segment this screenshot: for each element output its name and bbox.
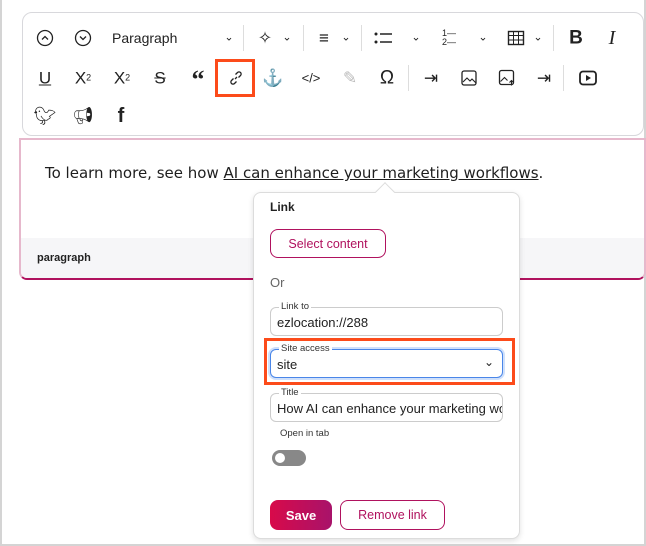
underline-icon[interactable]: U: [39, 70, 51, 87]
title-field[interactable]: Title How AI can enhance your marketing …: [270, 387, 503, 422]
site-access-highlight: [264, 338, 515, 385]
blockquote-icon[interactable]: “: [192, 67, 205, 93]
table-icon[interactable]: [507, 30, 525, 46]
chevron-down-icon[interactable]: ⌄: [224, 32, 233, 44]
chevron-down-icon[interactable]: ⌄: [411, 32, 420, 44]
facebook-icon[interactable]: f: [118, 106, 125, 126]
bulleted-list-icon[interactable]: [374, 31, 392, 45]
paragraph[interactable]: To learn more, see how AI can enhance yo…: [45, 164, 543, 182]
divider: [243, 25, 244, 51]
link-popup: Link Select content Or Link to ezlocatio…: [253, 182, 520, 539]
open-in-tab-toggle[interactable]: [272, 450, 306, 466]
divider: [361, 25, 362, 51]
element-path[interactable]: paragraph: [37, 252, 91, 264]
chevron-down-icon[interactable]: ⌄: [282, 32, 291, 44]
special-characters-icon[interactable]: Ω: [380, 69, 394, 88]
anchor-icon[interactable]: ⚓: [262, 70, 283, 87]
link-to-field[interactable]: Link to ezlocation://288: [270, 301, 503, 336]
embed-inline-icon[interactable]: ⇥: [537, 70, 551, 87]
popup-title: Link: [270, 200, 295, 214]
divider: [408, 65, 409, 91]
open-in-tab-label: Open in tab: [280, 428, 330, 439]
align-left-icon[interactable]: ≡: [319, 30, 329, 47]
chevron-up-circle-icon[interactable]: [36, 29, 54, 47]
divider: [563, 65, 564, 91]
or-label: Or: [270, 275, 285, 290]
chevron-down-icon[interactable]: ⌄: [533, 32, 542, 44]
link-text[interactable]: AI can enhance your marketing workflows: [223, 164, 538, 182]
bold-icon[interactable]: B: [569, 29, 583, 48]
numbered-list-icon[interactable]: 1— 2—: [442, 29, 456, 47]
image-icon[interactable]: [461, 70, 477, 86]
select-content-button[interactable]: Select content: [270, 229, 386, 258]
chevron-down-circle-icon[interactable]: [74, 29, 92, 47]
link-button-highlight: [215, 59, 255, 97]
subscript-icon[interactable]: X2: [75, 70, 91, 87]
edit-icon[interactable]: ✎: [343, 70, 357, 87]
superscript-icon[interactable]: X2: [114, 70, 130, 87]
chevron-down-icon[interactable]: ⌄: [341, 32, 350, 44]
embed-icon[interactable]: ⇥: [424, 70, 438, 87]
video-icon[interactable]: [579, 70, 597, 86]
upload-image-icon[interactable]: [498, 69, 516, 87]
block-style-dropdown[interactable]: Paragraph: [112, 30, 177, 46]
code-icon[interactable]: </>: [302, 72, 321, 85]
chevron-down-icon[interactable]: ⌄: [478, 32, 487, 44]
divider: [553, 25, 554, 51]
divider: [303, 25, 304, 51]
italic-icon[interactable]: I: [609, 28, 616, 48]
megaphone-icon[interactable]: 📢︎: [72, 108, 94, 125]
editor-toolbar: Paragraph ⌄ ✧ ⌄ ≡ ⌄ ⌄ 1— 2— ⌄ ⌄ B I U X2 …: [22, 12, 644, 136]
remove-link-button[interactable]: Remove link: [340, 500, 445, 530]
save-button[interactable]: Save: [270, 500, 332, 530]
ai-sparkle-icon[interactable]: ✧: [258, 30, 272, 47]
twitter-icon[interactable]: 🐦︎: [34, 107, 57, 125]
strikethrough-icon[interactable]: S: [154, 70, 165, 87]
